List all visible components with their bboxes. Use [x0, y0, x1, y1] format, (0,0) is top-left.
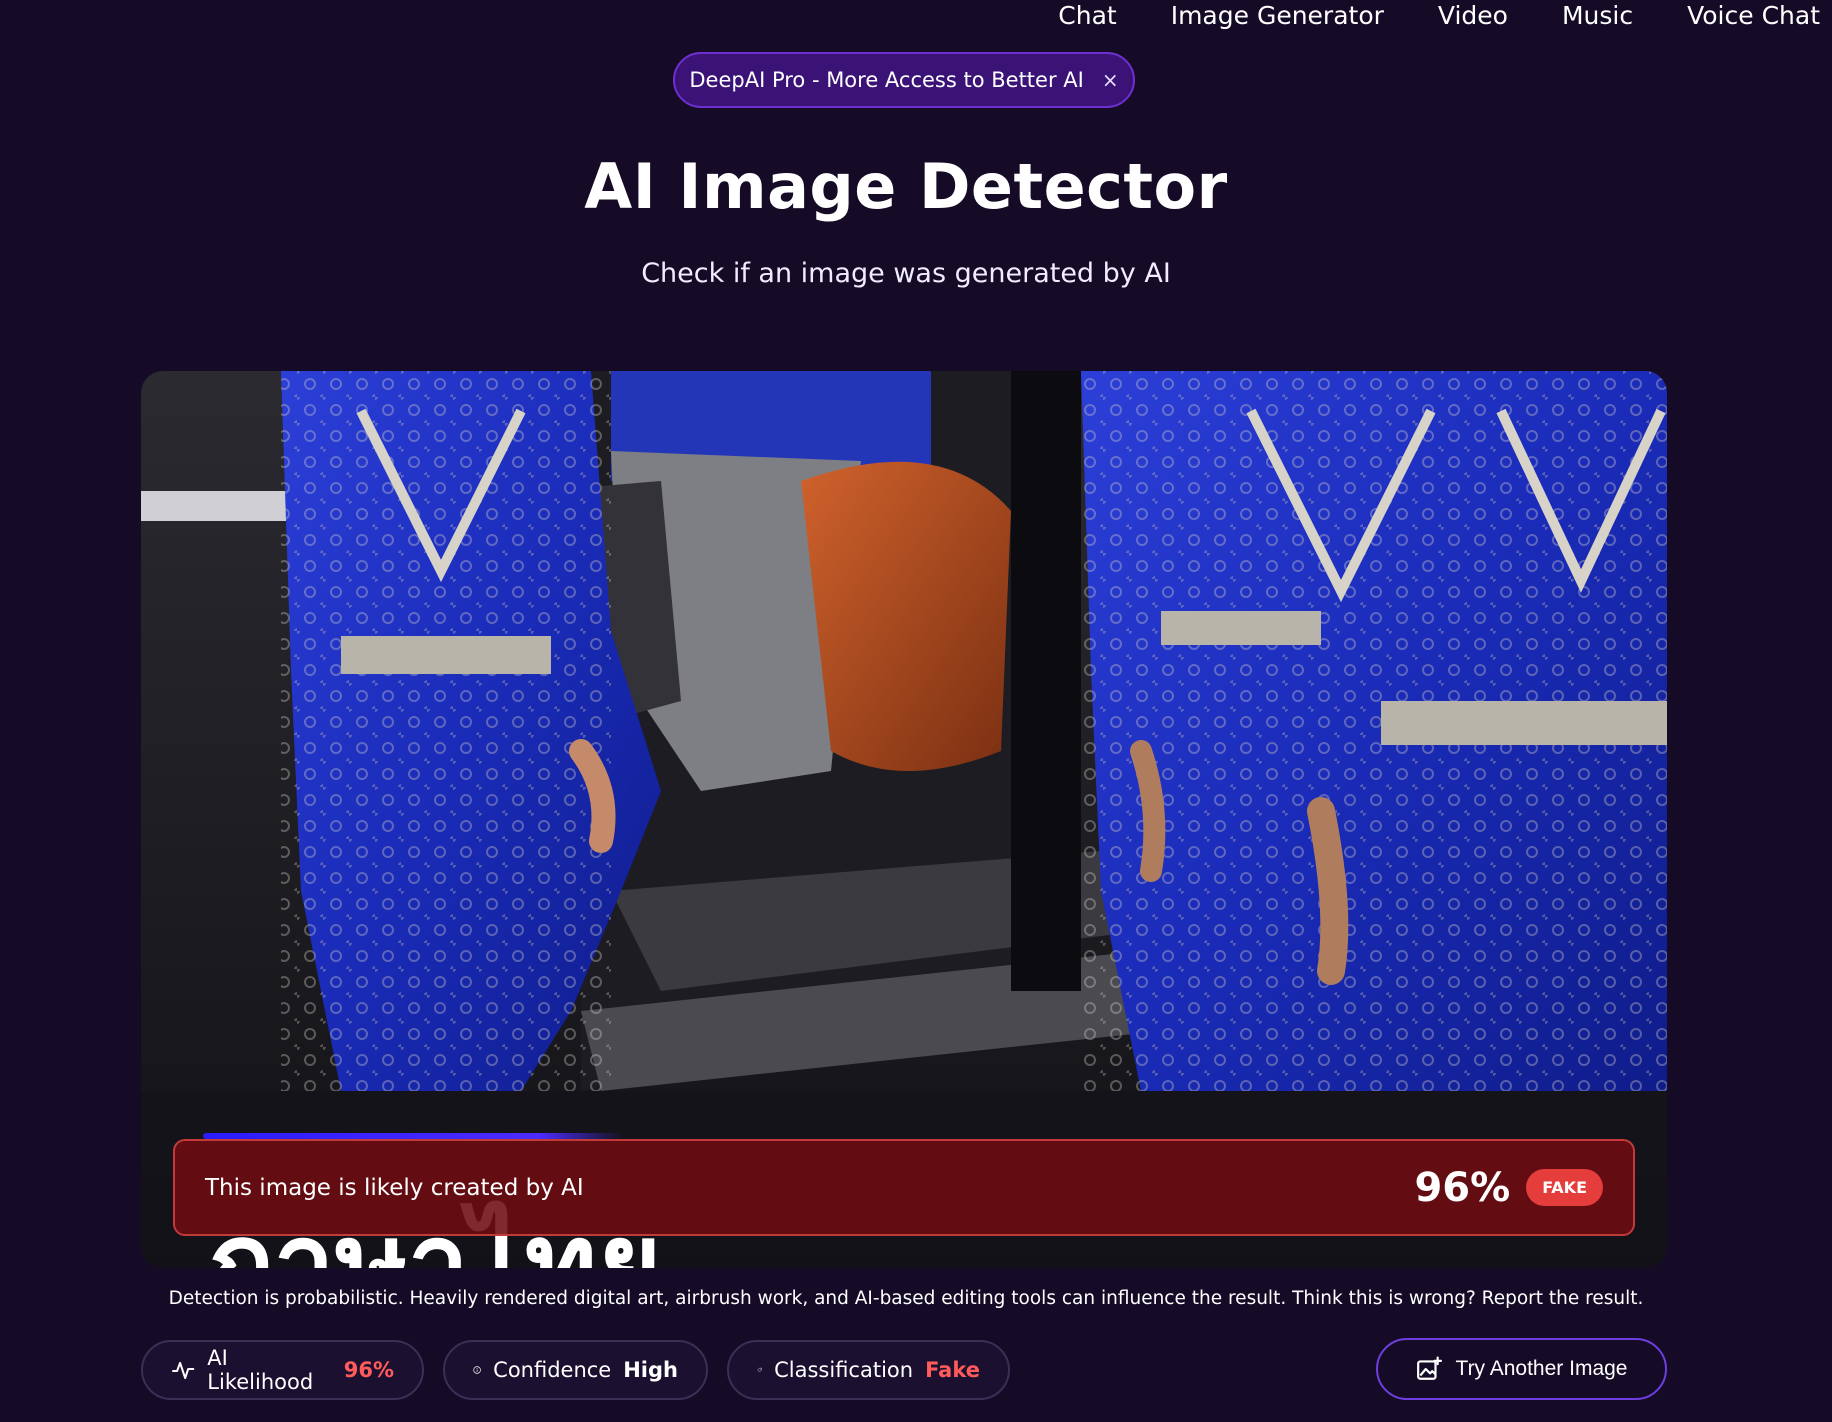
top-nav: Chat Image Generator Video Music Voice C…	[1058, 0, 1820, 30]
page-subtitle: Check if an image was generated by AI	[641, 258, 1171, 289]
image-add-icon	[1416, 1356, 1442, 1380]
tag-icon	[757, 1367, 762, 1373]
verdict-percent: 96%	[1414, 1164, 1511, 1211]
fake-badge: FAKE	[1526, 1169, 1603, 1206]
page: Chat Image Generator Video Music Voice C…	[0, 0, 1832, 1422]
promo-banner[interactable]: DeepAI Pro - More Access to Better AI ×	[673, 52, 1135, 108]
nav-chat[interactable]: Chat	[1058, 1, 1116, 30]
confidence-chip: Confidence High	[443, 1340, 708, 1400]
confidence-value: High	[623, 1358, 678, 1382]
confidence-label: Confidence	[493, 1358, 612, 1382]
nav-video[interactable]: Video	[1438, 1, 1508, 30]
info-icon	[473, 1366, 481, 1374]
classification-chip: Classification Fake	[727, 1340, 1010, 1400]
classification-label: Classification	[774, 1358, 914, 1382]
disclaimer-text: Detection is probabilistic. Heavily rend…	[168, 1288, 1644, 1309]
verdict-message: This image is likely created by AI	[205, 1174, 584, 1201]
promo-label: DeepAI Pro - More Access to Better AI	[689, 68, 1084, 92]
analyzed-image-panel: ภาษาไทย This image is likely created by …	[141, 371, 1667, 1268]
classification-value: Fake	[925, 1358, 980, 1382]
try-another-image-button[interactable]: Try Another Image	[1376, 1338, 1667, 1400]
activity-icon	[172, 1361, 195, 1380]
ai-likelihood-value: 96%	[343, 1358, 394, 1382]
ai-likelihood-chip: AI Likelihood 96%	[141, 1340, 424, 1400]
verdict-banner: This image is likely created by AI 96% F…	[173, 1139, 1635, 1236]
nav-image-generator[interactable]: Image Generator	[1171, 1, 1384, 30]
ai-likelihood-label: AI Likelihood	[207, 1346, 314, 1394]
nav-music[interactable]: Music	[1562, 1, 1633, 30]
close-icon[interactable]: ×	[1102, 68, 1119, 92]
try-another-image-label: Try Another Image	[1455, 1357, 1628, 1380]
page-title: AI Image Detector	[584, 150, 1228, 223]
nav-voice-chat[interactable]: Voice Chat	[1687, 1, 1820, 30]
